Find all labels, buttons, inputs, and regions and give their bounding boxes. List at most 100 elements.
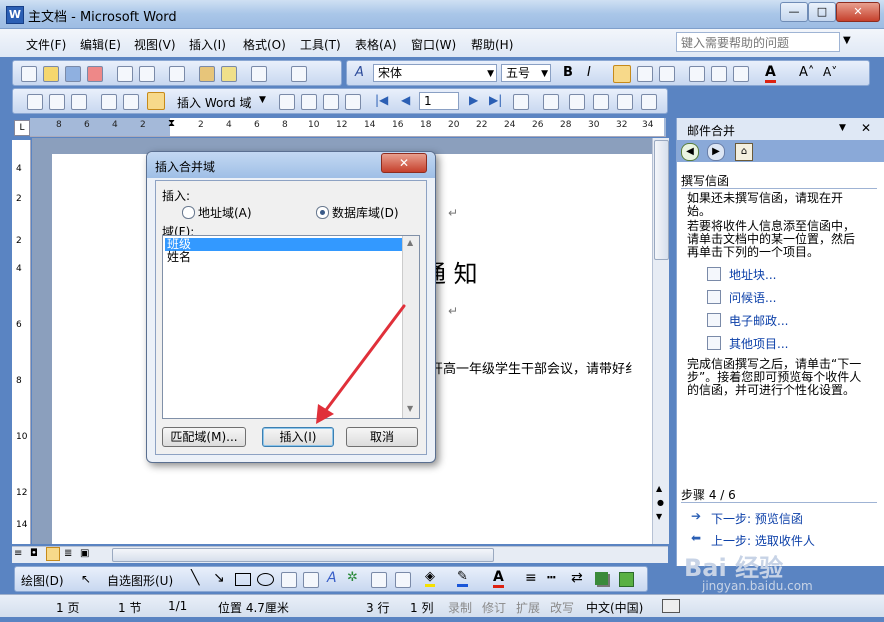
text-box-icon[interactable] — [281, 572, 297, 588]
bullets-icon[interactable] — [711, 66, 727, 82]
autoshapes-menu-button[interactable]: 自选图形(U) — [107, 572, 173, 589]
menu-window[interactable]: 窗口(W) — [411, 36, 456, 53]
help-dropdown-icon[interactable]: ▼ — [843, 35, 851, 46]
highlight-fields-icon[interactable] — [301, 94, 317, 110]
record-number-input[interactable]: 1 — [419, 92, 459, 110]
word-app-icon[interactable]: W — [6, 6, 24, 24]
select-objects-icon[interactable]: ↖ — [81, 572, 91, 586]
table-icon[interactable] — [291, 66, 307, 82]
list-item[interactable]: 班级 — [165, 238, 403, 251]
fields-listbox[interactable]: 班级 姓名 ▲ ▼ — [162, 235, 420, 419]
reading-view-icon[interactable]: ▣ — [80, 548, 89, 559]
database-field-label[interactable]: 数据库域(D) — [332, 204, 399, 221]
status-extend[interactable]: 扩展 — [516, 599, 540, 616]
recipients-icon[interactable] — [71, 94, 87, 110]
dialog-close-button[interactable]: ✕ — [381, 153, 427, 173]
font-color-button[interactable]: A — [765, 64, 776, 83]
insert-greeting-icon[interactable] — [123, 94, 139, 110]
last-record-icon[interactable]: ▶| — [489, 93, 502, 107]
rectangle-icon[interactable] — [235, 573, 251, 586]
view-merged-data-icon[interactable] — [279, 94, 295, 110]
minimize-button[interactable]: — — [780, 2, 808, 22]
picture-icon[interactable] — [395, 572, 411, 588]
align-justify-icon[interactable] — [613, 65, 631, 83]
main-document-setup-icon[interactable] — [27, 94, 43, 110]
draw-menu-button[interactable]: 绘图(D) — [21, 572, 64, 589]
status-record[interactable]: 录制 — [448, 599, 472, 616]
3d-style-icon[interactable] — [619, 572, 634, 587]
indent-icon[interactable] — [733, 66, 749, 82]
bold-button[interactable]: B — [563, 65, 573, 80]
merge-to-fax-icon[interactable] — [641, 94, 657, 110]
horizontal-ruler[interactable]: 8 6 4 2 2 4 6 8 10 12 14 16 18 20 22 24 … — [30, 118, 666, 137]
paste-icon[interactable] — [199, 66, 215, 82]
arrow-icon[interactable]: ↘ — [213, 570, 225, 586]
find-entry-icon[interactable] — [513, 94, 529, 110]
menu-insert[interactable]: 插入(I) — [189, 36, 226, 53]
more-items-link[interactable]: 其他项目... — [729, 335, 788, 352]
numbering-icon[interactable] — [689, 66, 705, 82]
close-icon[interactable]: ✕ — [861, 121, 871, 135]
line-icon[interactable]: ╲ — [191, 570, 199, 586]
new-document-icon[interactable] — [21, 66, 37, 82]
first-record-icon[interactable]: |◀ — [375, 93, 388, 107]
font-size-select[interactable]: 五号 ▼ — [501, 64, 551, 82]
maximize-button[interactable]: □ — [808, 2, 836, 22]
status-track-changes[interactable]: 修订 — [482, 599, 506, 616]
forward-icon[interactable]: ▶ — [707, 143, 725, 161]
fill-color-icon[interactable]: ◈ — [425, 569, 435, 587]
greeting-line-link[interactable]: 问候语... — [729, 289, 776, 306]
merge-to-printer-icon[interactable] — [593, 94, 609, 110]
scroll-thumb[interactable] — [112, 548, 494, 562]
scroll-thumb[interactable] — [654, 140, 669, 260]
spelling-status-icon[interactable] — [662, 599, 680, 613]
select-browse-object-icon[interactable]: ● — [657, 498, 664, 507]
next-record-icon[interactable]: ▶ — [469, 93, 478, 107]
open-folder-icon[interactable] — [43, 66, 59, 82]
previous-record-icon[interactable]: ◀ — [401, 93, 410, 107]
web-view-icon[interactable]: ◘ — [30, 548, 38, 559]
styles-icon[interactable]: A — [355, 65, 364, 80]
outline-view-icon[interactable]: ≣ — [64, 548, 72, 559]
status-overtype[interactable]: 改写 — [550, 599, 574, 616]
menu-file[interactable]: 文件(F) — [26, 36, 66, 53]
vertical-scrollbar[interactable]: ▲ ● ▼ — [652, 138, 669, 544]
back-icon[interactable]: ◀ — [681, 143, 699, 161]
indent-marker-icon[interactable]: ⧗ — [168, 118, 175, 129]
match-fields-button[interactable]: 匹配域(M)... — [162, 427, 246, 447]
address-field-label[interactable]: 地址域(A) — [198, 204, 252, 221]
normal-view-icon[interactable]: ≡ — [14, 548, 22, 559]
menu-tools[interactable]: 工具(T) — [300, 36, 341, 53]
database-field-radio[interactable] — [316, 206, 329, 219]
next-step-link[interactable]: 下一步: 预览信函 — [711, 510, 803, 527]
menu-edit[interactable]: 编辑(E) — [80, 36, 121, 53]
chevron-down-icon[interactable]: ▼ — [407, 404, 413, 413]
italic-button[interactable]: I — [587, 65, 591, 80]
font-color-icon[interactable]: A — [493, 569, 504, 588]
align-right-icon[interactable] — [659, 66, 675, 82]
vertical-ruler[interactable]: 4 2 2 4 6 8 10 12 14 — [12, 140, 31, 544]
align-center-icon[interactable] — [637, 66, 653, 82]
list-item[interactable]: 姓名 — [165, 251, 403, 264]
line-style-icon[interactable]: ≡ — [525, 570, 537, 586]
list-scrollbar[interactable]: ▲ ▼ — [402, 236, 419, 418]
vertical-text-box-icon[interactable] — [303, 572, 319, 588]
chevron-up-icon[interactable]: ▲ — [407, 238, 413, 247]
check-errors-icon[interactable] — [543, 94, 559, 110]
insert-merge-fields-icon[interactable] — [147, 92, 165, 110]
print-layout-view-icon[interactable] — [46, 547, 60, 561]
propagate-labels-icon[interactable] — [345, 94, 361, 110]
chevron-up-icon[interactable]: ▲ — [656, 484, 662, 493]
menu-view[interactable]: 视图(V) — [134, 36, 176, 53]
home-icon[interactable]: ⌂ — [735, 143, 753, 161]
clip-art-icon[interactable] — [371, 572, 387, 588]
cancel-button[interactable]: 取消 — [346, 427, 418, 447]
dash-style-icon[interactable]: ┅ — [547, 570, 555, 586]
previous-step-link[interactable]: 上一步: 选取收件人 — [711, 532, 815, 549]
print-preview-icon[interactable] — [139, 66, 155, 82]
close-button[interactable]: ✕ — [836, 2, 880, 22]
menu-table[interactable]: 表格(A) — [355, 36, 397, 53]
merge-to-new-document-icon[interactable] — [569, 94, 585, 110]
wordart-icon[interactable]: A — [327, 570, 337, 586]
menu-format[interactable]: 格式(O) — [243, 36, 286, 53]
